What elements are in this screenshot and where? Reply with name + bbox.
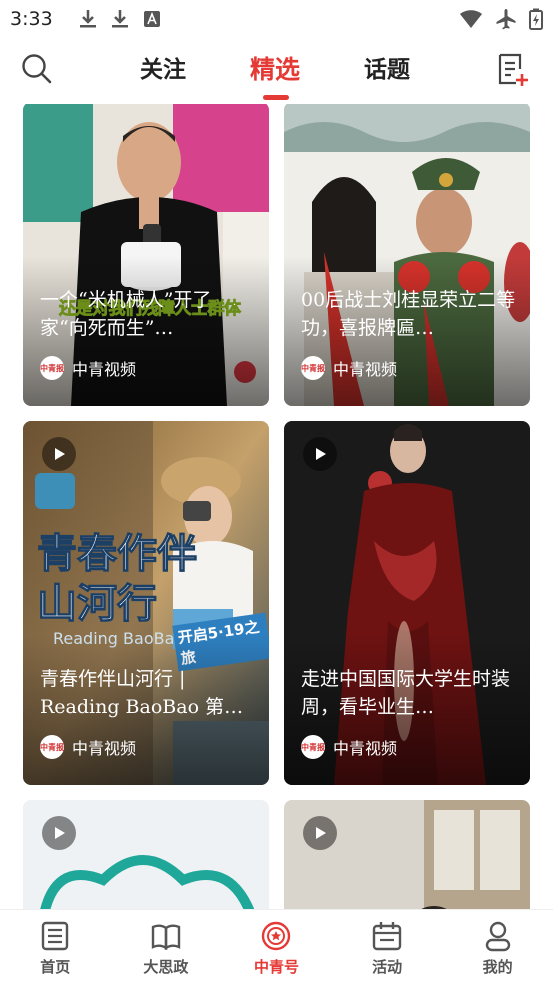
source-name: 中青视频 [333, 739, 398, 758]
nav-label: 活动 [372, 958, 403, 976]
top-navigation: 关注 精选 话题 [0, 38, 553, 104]
channel-avatar: 中青报 [301, 735, 325, 759]
compose-icon[interactable] [496, 52, 530, 88]
poster-headline-2: 山河行 [36, 580, 157, 627]
nav-politics[interactable]: 大思政 [111, 910, 222, 983]
video-card[interactable]: 00后战士刘桂显荣立二等功，喜报牌匾… 中青报 中青视频 [284, 104, 530, 406]
video-title: 00后战士刘桂显荣立二等功，喜报牌匾… [301, 289, 516, 339]
active-tab-indicator [263, 95, 289, 100]
bottom-navigation: 首页 大思政 中青号 活动 我的 [0, 909, 553, 983]
tab-topics[interactable]: 话题 [364, 50, 410, 84]
play-icon[interactable] [42, 816, 76, 850]
source-name: 中青视频 [72, 739, 137, 758]
play-icon[interactable] [303, 816, 337, 850]
nav-mine[interactable]: 我的 [442, 910, 553, 983]
video-card[interactable] [284, 800, 530, 909]
home-icon [42, 921, 69, 951]
font-notification-icon [143, 11, 160, 27]
download-icon [79, 10, 96, 28]
video-card[interactable] [23, 800, 269, 909]
channel-avatar: 中青报 [301, 356, 325, 380]
channel-avatar: 中青报 [40, 735, 64, 759]
play-icon[interactable] [303, 437, 337, 471]
nav-label: 大思政 [143, 958, 189, 976]
channel-tabs: 关注 精选 话题 [0, 50, 553, 90]
video-card[interactable]: 走进中国国际大学生时装周，看毕业生… 中青报 中青视频 [284, 421, 530, 785]
nav-label: 首页 [40, 958, 71, 976]
nav-youth-account[interactable]: 中青号 [221, 910, 332, 983]
book-icon [151, 924, 181, 951]
nav-home[interactable]: 首页 [0, 910, 111, 983]
battery-charging-icon [529, 8, 543, 30]
calendar-icon [372, 922, 402, 951]
video-title: 一个“米机械人”开了家“向死而生”… [40, 289, 212, 339]
airplane-icon [496, 9, 516, 30]
video-card[interactable]: 青春作伴 山河行 Reading BaoBao 开启5·19之旅 青春作伴山河行… [23, 421, 269, 785]
source-name: 中青视频 [333, 360, 398, 379]
nav-label: 我的 [482, 958, 513, 976]
nav-activities[interactable]: 活动 [332, 910, 443, 983]
tab-featured[interactable]: 精选 [250, 50, 300, 86]
tab-follow[interactable]: 关注 [140, 50, 186, 84]
download-icon [111, 10, 128, 28]
source-name: 中青视频 [72, 360, 137, 379]
wifi-icon [460, 10, 482, 28]
video-source: 中青报 中青视频 [40, 735, 136, 759]
channel-avatar: 中青报 [40, 356, 64, 380]
status-bar: 3:33 [0, 0, 553, 38]
video-card[interactable]: 还是对我们残障人士群体 一个“米机械人”开了家“向死而生”… 中青报 中青视频 [23, 104, 269, 406]
video-source: 中青报 中青视频 [40, 356, 136, 380]
badge-icon [262, 921, 291, 951]
video-source: 中青报 中青视频 [301, 356, 397, 380]
video-source: 中青报 中青视频 [301, 735, 397, 759]
profile-icon [485, 921, 510, 952]
play-icon[interactable] [42, 437, 76, 471]
video-title: 青春作伴山河行 | Reading BaoBao 第3弹 [40, 668, 237, 718]
nav-label: 中青号 [253, 958, 299, 976]
video-feed: 还是对我们残障人士群体 一个“米机械人”开了家“向死而生”… 中青报 中青视频 [0, 104, 553, 909]
video-title: 走进中国国际大学生时装周，看毕业生… [301, 668, 511, 718]
status-time: 3:33 [10, 8, 53, 30]
